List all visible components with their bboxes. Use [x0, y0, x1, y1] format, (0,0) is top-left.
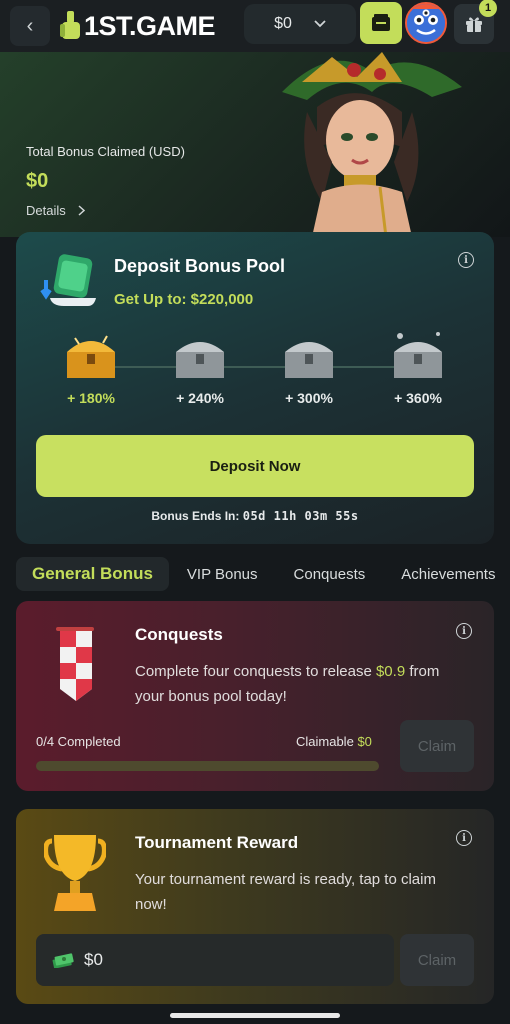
tournament-title: Tournament Reward	[135, 833, 299, 852]
tier-track	[86, 366, 426, 368]
claimable-amount: $0	[357, 734, 372, 749]
claim-button[interactable]: Claim	[400, 720, 474, 772]
silver-chest-icon	[285, 342, 333, 378]
details-label: Details	[26, 203, 66, 218]
balance-amount: $0	[274, 15, 292, 32]
wallet-button[interactable]	[360, 2, 402, 44]
character-illustration	[282, 52, 462, 237]
tournament-amount: $0	[84, 950, 103, 969]
conquests-title: Conquests	[135, 625, 223, 644]
top-bar: ‹ 1ST.GAME $0 1	[0, 0, 510, 52]
info-icon[interactable]: i	[456, 830, 472, 846]
logo-text: 1ST.GAME	[84, 10, 216, 41]
deposit-bonus-pool-card: Deposit Bonus Pool Get Up to: $220,000 i…	[16, 232, 494, 544]
tournament-amount-field: $0	[36, 934, 394, 986]
tier-item[interactable]: + 360%	[378, 330, 458, 406]
chevron-right-icon	[78, 205, 85, 216]
logo[interactable]: 1ST.GAME	[60, 10, 216, 42]
bonus-tabs: General Bonus VIP Bonus Conquests Achiev…	[16, 557, 510, 591]
conquests-description: Complete four conquests to release $0.9 …	[135, 659, 455, 709]
tier-label: + 300%	[285, 390, 333, 406]
conquests-text-before: Complete four conquests to release	[135, 663, 376, 680]
tier-item[interactable]: + 180%	[51, 330, 131, 406]
claimable-label: Claimable $0	[296, 734, 372, 749]
chevron-left-icon: ‹	[26, 14, 34, 37]
deposit-now-button[interactable]: Deposit Now	[36, 435, 474, 497]
screen: ‹ 1ST.GAME $0 1 Total Bonus Claimed (USD…	[0, 0, 510, 1024]
chevron-down-icon	[314, 20, 326, 28]
tier-item[interactable]: + 300%	[269, 330, 349, 406]
tier-label: + 240%	[176, 390, 224, 406]
bonus-countdown: Bonus Ends In: 05d 11h 03m 55s	[16, 509, 494, 523]
info-icon[interactable]: i	[456, 623, 472, 639]
tier-item[interactable]: + 240%	[160, 330, 240, 406]
tier-label: + 180%	[67, 390, 115, 406]
silver-chest-icon	[394, 332, 442, 378]
conquests-progress-bar	[36, 761, 379, 771]
trophy-icon	[44, 835, 106, 911]
total-bonus-amount: $0	[26, 170, 49, 192]
conquests-card: Conquests i Complete four conquests to r…	[16, 601, 494, 791]
back-button[interactable]: ‹	[10, 6, 50, 46]
total-bonus-label: Total Bonus Claimed (USD)	[26, 144, 185, 159]
claim-button[interactable]: Claim	[400, 934, 474, 986]
tab-vip-bonus[interactable]: VIP Bonus	[169, 557, 276, 591]
countdown-label: Bonus Ends In:	[151, 509, 240, 523]
home-indicator[interactable]	[170, 1013, 340, 1018]
balance-selector[interactable]: $0	[244, 4, 356, 44]
deposit-bonus-subtitle: Get Up to: $220,000	[114, 291, 254, 308]
tournament-reward-card: Tournament Reward i Your tournament rewa…	[16, 809, 494, 1004]
deposit-bonus-title: Deposit Bonus Pool	[114, 256, 285, 276]
conquests-progress-label: 0/4 Completed	[36, 734, 121, 749]
monster-avatar-icon	[407, 4, 445, 42]
silver-chest-icon	[176, 342, 224, 378]
banner-flag-icon	[56, 627, 94, 701]
wallet-icon	[372, 14, 390, 31]
deposit-card-icon	[40, 254, 96, 306]
hero-banner: Total Bonus Claimed (USD) $0 Details	[0, 52, 510, 237]
info-icon[interactable]: i	[458, 252, 474, 268]
thumbs-up-logo-icon	[60, 11, 80, 39]
claimable-text: Claimable	[296, 734, 354, 749]
notification-badge: 1	[479, 0, 497, 17]
conquests-highlight-amount: $0.9	[375, 663, 406, 680]
tab-general-bonus[interactable]: General Bonus	[16, 557, 169, 591]
countdown-value: 05d 11h 03m 55s	[242, 509, 359, 523]
gift-icon	[466, 17, 482, 32]
tournament-description: Your tournament reward is ready, tap to …	[135, 871, 436, 913]
tab-conquests[interactable]: Conquests	[276, 557, 384, 591]
cash-stack-icon	[52, 953, 74, 968]
tier-label: + 360%	[394, 390, 442, 406]
gold-chest-icon	[67, 335, 115, 378]
avatar[interactable]	[405, 2, 447, 44]
details-link[interactable]: Details	[26, 203, 85, 218]
tab-achievements[interactable]: Achievements	[383, 557, 510, 591]
